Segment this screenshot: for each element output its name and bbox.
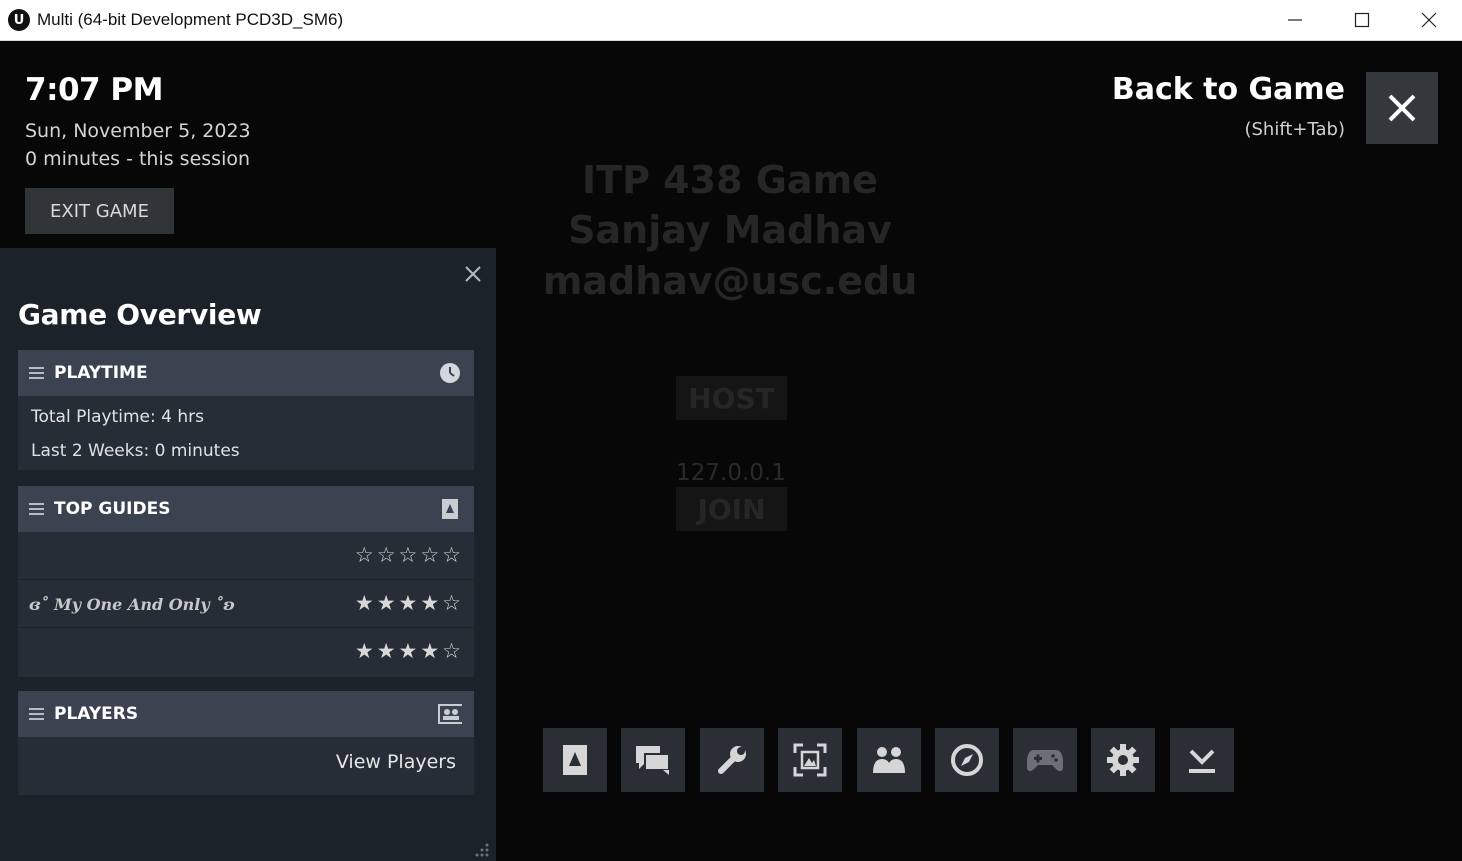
close-icon	[465, 266, 481, 282]
guide-book-icon	[438, 497, 462, 521]
star-empty-icon: ☆	[442, 543, 461, 567]
toolbar-chat-button[interactable]	[621, 728, 685, 792]
toolbar-browser-button[interactable]	[935, 728, 999, 792]
host-label: HOST	[688, 381, 775, 415]
last-two-weeks-playtime: Last 2 Weeks: 0 minutes	[31, 441, 240, 461]
back-to-game-link[interactable]: Back to Game	[1112, 72, 1345, 107]
toolbar-controller-button[interactable]	[1013, 728, 1077, 792]
close-icon	[1388, 94, 1416, 122]
guide-title: ɞ˚ My One And Only ˚ʚ	[29, 595, 235, 614]
star-filled-icon: ★	[354, 591, 374, 615]
playtime-section-body: Total Playtime: 4 hrs Last 2 Weeks: 0 mi…	[18, 396, 474, 470]
game-author-line: Sanjay Madhav	[568, 208, 892, 252]
controller-icon	[1027, 750, 1063, 772]
panel-close-button[interactable]	[462, 263, 484, 285]
toolbar-downloads-button[interactable]	[1170, 728, 1234, 792]
total-playtime: Total Playtime: 4 hrs	[31, 407, 204, 427]
players-header-label: PLAYERS	[54, 704, 139, 724]
resize-handle-icon[interactable]	[470, 840, 490, 860]
join-label: JOIN	[697, 492, 766, 526]
game-title-line: ITP 438 Game	[582, 158, 878, 202]
guide-rating: ☆ ☆ ☆ ☆ ☆	[355, 544, 461, 566]
game-overview-panel: Game Overview PLAYTIME Total Playtime: 4…	[0, 248, 496, 861]
players-section-body: View Players	[18, 737, 474, 795]
exit-game-button[interactable]: EXIT GAME	[25, 188, 174, 234]
minimize-button[interactable]	[1261, 0, 1328, 40]
window-title: Multi (64-bit Development PCD3D_SM6)	[37, 10, 344, 29]
screenshot-icon	[793, 743, 827, 777]
drag-handle-icon[interactable]	[29, 367, 44, 379]
close-window-button[interactable]	[1395, 0, 1462, 40]
window-controls	[1261, 0, 1462, 40]
top-guides-section-body: ☆ ☆ ☆ ☆ ☆ ɞ˚ My One And Only ˚ʚ ★ ★ ★ ★ …	[18, 532, 474, 677]
clock-time: 7:07 PM	[25, 72, 163, 108]
playtime-header-label: PLAYTIME	[54, 363, 148, 383]
steam-overlay: ITP 438 Game Sanjay Madhav madhav@usc.ed…	[0, 41, 1462, 861]
panel-title: Game Overview	[18, 298, 262, 331]
session-duration: 0 minutes - this session	[25, 148, 251, 170]
toolbar-friends-button[interactable]	[857, 728, 921, 792]
toolbar-settings-button[interactable]	[1091, 728, 1155, 792]
maximize-icon	[1354, 12, 1369, 28]
back-to-game-hint: (Shift+Tab)	[1244, 119, 1345, 140]
host-button[interactable]: HOST	[676, 376, 787, 420]
guide-item[interactable]: ☆ ☆ ☆ ☆ ☆	[18, 532, 474, 580]
guide-rating: ★ ★ ★ ★ ☆	[355, 592, 461, 614]
download-icon	[1189, 749, 1215, 773]
gear-icon	[1107, 744, 1139, 776]
clock-date: Sun, November 5, 2023	[25, 120, 251, 142]
star-empty-icon: ☆	[354, 543, 374, 567]
close-icon	[1421, 12, 1436, 28]
window-titlebar: U Multi (64-bit Development PCD3D_SM6)	[0, 0, 1462, 41]
playtime-section-header[interactable]: PLAYTIME	[18, 350, 474, 396]
toolbar-screenshot-button[interactable]	[778, 728, 842, 792]
star-filled-icon: ★	[420, 639, 440, 663]
view-players-link[interactable]: View Players	[336, 751, 456, 773]
wrench-icon	[718, 746, 746, 774]
chat-icon	[636, 746, 670, 775]
star-filled-icon: ★	[376, 639, 396, 663]
star-empty-icon: ☆	[420, 543, 440, 567]
toolbar-settings-tool-button[interactable]	[700, 728, 764, 792]
star-filled-icon: ★	[420, 591, 440, 615]
star-filled-icon: ★	[398, 591, 418, 615]
ip-address-field[interactable]: 127.0.0.1	[660, 460, 802, 486]
star-filled-icon: ★	[354, 639, 374, 663]
players-card-icon	[438, 702, 462, 726]
top-guides-header-label: TOP GUIDES	[54, 499, 171, 519]
toolbar-guides-button[interactable]	[543, 728, 607, 792]
star-empty-icon: ☆	[398, 543, 418, 567]
star-empty-icon: ☆	[442, 591, 461, 615]
friends-icon	[873, 747, 905, 773]
maximize-button[interactable]	[1328, 0, 1395, 40]
clock-icon	[438, 361, 462, 385]
guide-item[interactable]: ɞ˚ My One And Only ˚ʚ ★ ★ ★ ★ ☆	[18, 580, 474, 628]
minimize-icon	[1287, 19, 1302, 21]
compass-icon	[951, 744, 983, 776]
guide-item[interactable]: ★ ★ ★ ★ ☆	[18, 628, 474, 676]
top-guides-section-header[interactable]: TOP GUIDES	[18, 486, 474, 532]
star-empty-icon: ☆	[442, 639, 461, 663]
star-filled-icon: ★	[376, 591, 396, 615]
back-to-game-close-button[interactable]	[1366, 72, 1438, 144]
unreal-logo-icon: U	[8, 9, 30, 31]
star-empty-icon: ☆	[376, 543, 396, 567]
star-filled-icon: ★	[398, 639, 418, 663]
game-email-line: madhav@usc.edu	[542, 259, 918, 303]
join-button[interactable]: JOIN	[676, 487, 787, 531]
drag-handle-icon[interactable]	[29, 708, 44, 720]
players-section-header[interactable]: PLAYERS	[18, 691, 474, 737]
guide-rating: ★ ★ ★ ★ ☆	[355, 640, 461, 662]
guide-book-icon	[563, 745, 587, 775]
drag-handle-icon[interactable]	[29, 503, 44, 515]
